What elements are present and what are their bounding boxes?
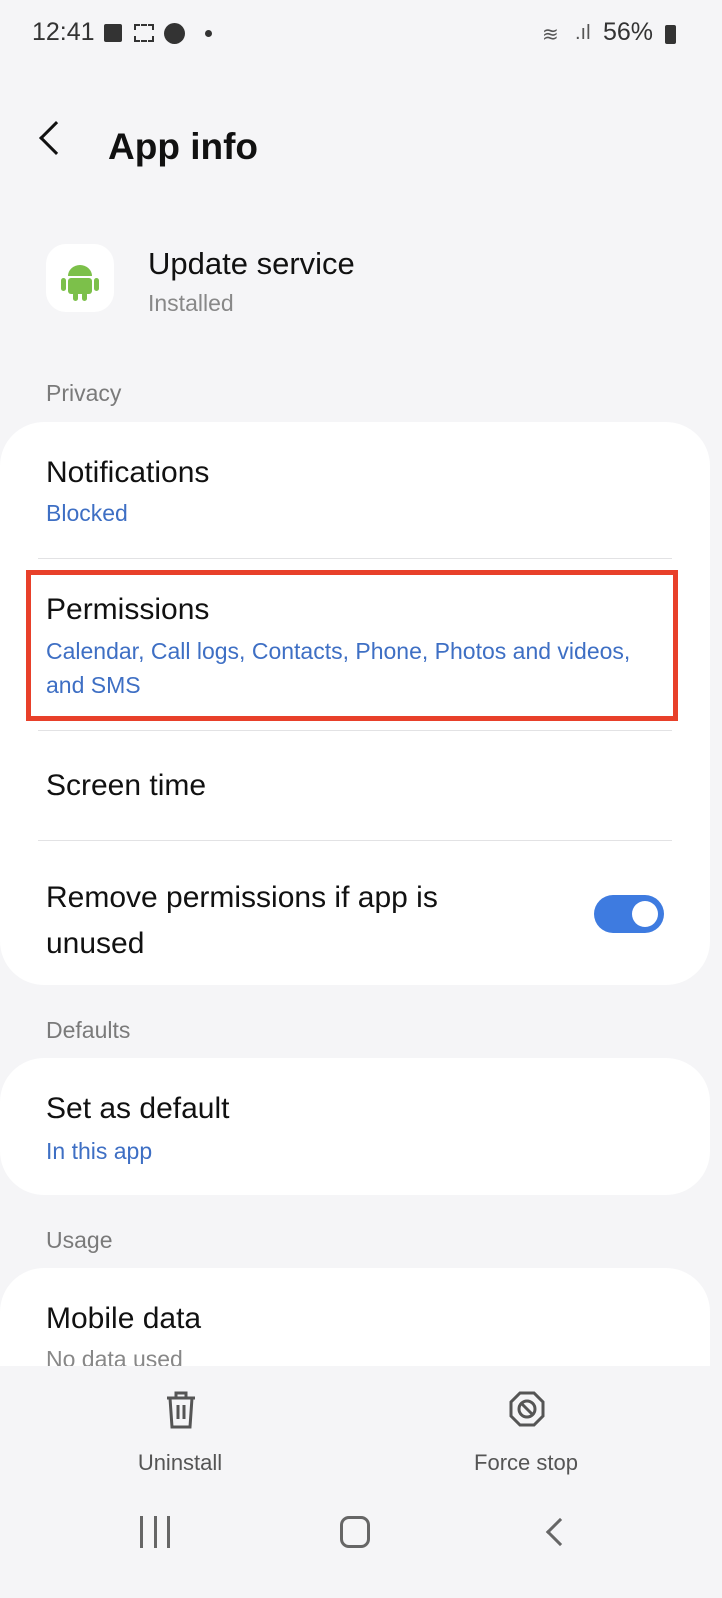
uninstall-button[interactable]: Uninstall [110,1380,250,1480]
status-time: 12:41 [32,18,95,46]
nav-back-button[interactable] [545,1517,575,1547]
remove-permissions-toggle[interactable] [594,895,664,933]
app-icon [46,244,114,312]
section-usage: Usage [46,1227,113,1253]
force-stop-icon [509,1391,545,1427]
page-title: App info [108,126,259,167]
image-icon [104,24,122,42]
android-icon [61,265,99,301]
battery-level: 56% [603,18,654,46]
dot-icon [205,30,212,37]
force-stop-label: Force stop [474,1450,578,1475]
set-default-value: In this app [46,1138,153,1164]
screenshot-icon [134,24,154,42]
screen-time-item[interactable]: Screen time [0,731,710,839]
remove-permissions-title: Remove permissions if app is unused [46,881,438,960]
notifications-item[interactable]: Notifications Blocked [0,422,710,558]
force-stop-button[interactable]: Force stop [456,1380,596,1480]
app-status: Installed [148,290,234,316]
signal-icon: .ıl [575,22,591,44]
bottom-bar: Uninstall Force stop [0,1366,722,1598]
back-button[interactable] [39,121,73,155]
account-icon [164,23,185,44]
mobile-data-item[interactable]: Mobile data No data used [0,1268,710,1366]
screen-time-title: Screen time [46,769,207,802]
remove-permissions-item[interactable]: Remove permissions if app is unused [0,841,710,985]
section-defaults: Defaults [46,1017,131,1043]
recent-apps-button[interactable] [140,1516,170,1548]
wifi-icon: ≋ [542,24,559,46]
highlight-box [26,570,678,721]
notifications-title: Notifications [46,456,210,489]
mobile-data-value: No data used [46,1346,183,1366]
set-default-item[interactable]: Set as default In this app [0,1058,710,1195]
trash-icon [167,1391,195,1429]
notifications-value: Blocked [46,500,128,526]
app-name: Update service [148,246,355,281]
mobile-data-title: Mobile data [46,1302,202,1335]
home-button[interactable] [340,1516,370,1548]
set-default-title: Set as default [46,1092,230,1125]
battery-icon [665,25,676,44]
section-privacy: Privacy [46,380,122,406]
uninstall-label: Uninstall [137,1450,223,1475]
